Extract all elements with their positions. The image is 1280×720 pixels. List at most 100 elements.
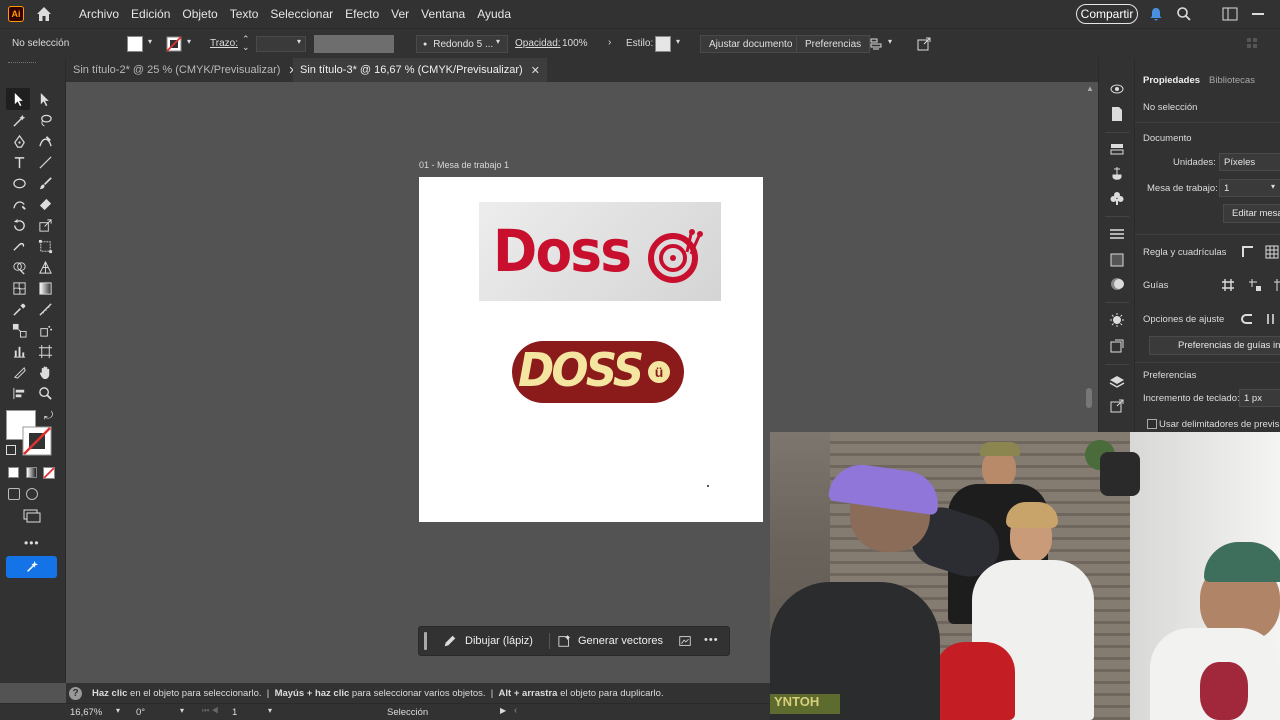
keyboard-increment-input[interactable]: 1 px — [1239, 389, 1280, 407]
artboard-tool-icon[interactable] — [36, 342, 54, 360]
chevron-down-icon[interactable]: ▾ — [268, 706, 272, 715]
transparency-icon[interactable] — [1109, 276, 1125, 292]
logo-doss-pill[interactable]: DOSS ü — [512, 341, 684, 403]
stepper-icon[interactable]: ⌃ ⌄ — [242, 35, 250, 52]
more-tools-icon[interactable]: ••• — [24, 536, 40, 550]
style-swatch[interactable] — [655, 36, 671, 52]
panel-grip[interactable] — [8, 62, 36, 65]
stroke-label[interactable]: Trazo: — [210, 38, 238, 49]
shaper-tool-icon[interactable] — [10, 195, 28, 213]
magic-wand-tool-icon[interactable] — [10, 111, 28, 129]
lasso-tool-icon[interactable] — [36, 111, 54, 129]
scale-tool-icon[interactable] — [36, 216, 54, 234]
snap-point-icon[interactable] — [1240, 311, 1256, 327]
scroll-up-icon[interactable]: ▲ — [1086, 84, 1094, 93]
none-mode-icon[interactable] — [43, 467, 55, 479]
free-transform-tool-icon[interactable] — [36, 237, 54, 255]
hand-tool-icon[interactable] — [36, 363, 54, 381]
chevron-down-icon[interactable]: ▾ — [148, 37, 152, 46]
smart-guides-prefs-button[interactable]: Preferencias de guías inteli — [1149, 336, 1280, 355]
layers-icon[interactable] — [1109, 374, 1125, 390]
preview-bounds-checkbox[interactable] — [1147, 419, 1157, 429]
swap-colors-icon[interactable]: ⤾ — [44, 410, 53, 423]
rotation-value[interactable]: 0° — [136, 707, 145, 718]
blend-tool-icon[interactable] — [10, 321, 28, 339]
chevron-left-icon[interactable]: ‹ — [514, 705, 517, 716]
color-guide-icon[interactable] — [1109, 312, 1125, 328]
more-options-icon[interactable]: ••• — [704, 634, 719, 646]
minimize-icon[interactable] — [1252, 13, 1264, 15]
menu-ventana[interactable]: Ventana — [421, 7, 465, 21]
eyedropper-tool-icon[interactable] — [10, 300, 28, 318]
chevron-down-icon[interactable]: ▾ — [297, 37, 301, 46]
chevron-down-icon[interactable]: ▾ — [496, 37, 500, 46]
pen-tool-icon[interactable] — [10, 132, 28, 150]
generate-vectors-button[interactable]: Generar vectores — [558, 627, 663, 655]
fill-swatch[interactable] — [127, 36, 143, 52]
slice-tool-icon[interactable] — [10, 363, 28, 381]
line-tool-icon[interactable] — [36, 153, 54, 171]
grid-icon[interactable] — [1265, 245, 1279, 259]
menu-objeto[interactable]: Objeto — [182, 7, 217, 21]
drag-handle[interactable] — [424, 632, 427, 650]
shape-builder-tool-icon[interactable] — [10, 258, 28, 276]
vertical-scrollbar[interactable] — [1086, 388, 1092, 408]
chevron-right-icon[interactable]: ▶ — [500, 706, 506, 715]
chevron-down-icon[interactable]: ▾ — [676, 37, 680, 46]
bell-icon[interactable] — [1148, 6, 1164, 22]
gradient-mode-icon[interactable] — [26, 467, 37, 478]
opacity-value[interactable]: 100% — [562, 38, 588, 49]
tab-properties[interactable]: Propiedades — [1143, 75, 1200, 86]
search-icon[interactable] — [1176, 6, 1192, 22]
direct-selection-tool-icon[interactable] — [36, 90, 54, 108]
tab-libraries[interactable]: Bibliotecas — [1209, 75, 1255, 86]
chevron-down-icon[interactable]: ▾ — [180, 706, 184, 715]
zoom-tool-icon[interactable] — [36, 384, 54, 402]
first-artboard-icon[interactable]: ⏮ ◀ — [202, 706, 219, 716]
tab-doc-3[interactable]: Sin título-3* @ 16,67 % (CMYK/Previsuali… — [293, 58, 547, 82]
document-icon[interactable] — [1109, 106, 1125, 122]
menu-edicion[interactable]: Edición — [131, 7, 170, 21]
ellipse-tool-icon[interactable] — [10, 174, 28, 192]
paintbrush-tool-icon[interactable] — [36, 174, 54, 192]
image-trace-icon[interactable] — [678, 634, 692, 648]
export-panel-icon[interactable] — [1109, 398, 1125, 414]
chevron-down-icon[interactable]: ▾ — [1271, 182, 1275, 191]
workspace-icon[interactable] — [1222, 7, 1238, 21]
swatches-icon[interactable] — [1109, 142, 1125, 158]
menu-ver[interactable]: Ver — [391, 7, 409, 21]
symbol-sprayer-tool-icon[interactable] — [36, 321, 54, 339]
mesh-tool-icon[interactable] — [10, 279, 28, 297]
measure-tool-icon[interactable] — [36, 300, 54, 318]
menu-efecto[interactable]: Efecto — [345, 7, 379, 21]
perspective-grid-tool-icon[interactable] — [36, 258, 54, 276]
symbols-icon[interactable] — [1109, 190, 1125, 206]
eraser-tool-icon[interactable] — [36, 195, 54, 213]
gradient-tool-icon[interactable] — [36, 279, 54, 297]
fit-document-button[interactable]: Ajustar documento — [700, 35, 802, 53]
draw-normal-icon[interactable] — [8, 488, 20, 500]
brush-select[interactable]: ● Redondo 5 ... — [416, 35, 508, 53]
type-tool-icon[interactable] — [10, 153, 28, 171]
opacity-label[interactable]: Opacidad: — [515, 38, 561, 49]
selection-tool-icon[interactable] — [10, 90, 28, 108]
rotate-tool-icon[interactable] — [10, 216, 28, 234]
align-tool-icon[interactable] — [10, 384, 28, 402]
rulers-icon[interactable] — [1241, 245, 1255, 259]
warp-tool-icon[interactable] — [10, 237, 28, 255]
smart-guides-icon[interactable] — [1273, 278, 1280, 292]
stroke-panel-icon[interactable] — [1109, 228, 1125, 242]
arrange-icon[interactable] — [868, 36, 884, 52]
menu-ayuda[interactable]: Ayuda — [477, 7, 511, 21]
variable-width-profile[interactable] — [314, 35, 394, 53]
draw-pencil-button[interactable]: Dibujar (lápiz) — [443, 627, 533, 655]
lock-guides-icon[interactable] — [1248, 278, 1262, 292]
stroke-color-swatch[interactable] — [22, 426, 52, 456]
color-mode-icon[interactable] — [8, 467, 19, 478]
home-icon[interactable] — [35, 5, 53, 23]
stray-point[interactable] — [707, 485, 709, 487]
share-button[interactable]: Compartir — [1076, 4, 1138, 24]
asset-export-icon[interactable] — [1109, 338, 1125, 354]
close-icon[interactable]: ✕ — [531, 64, 540, 77]
artboard[interactable]: Doss DOSS ü — [419, 177, 763, 522]
